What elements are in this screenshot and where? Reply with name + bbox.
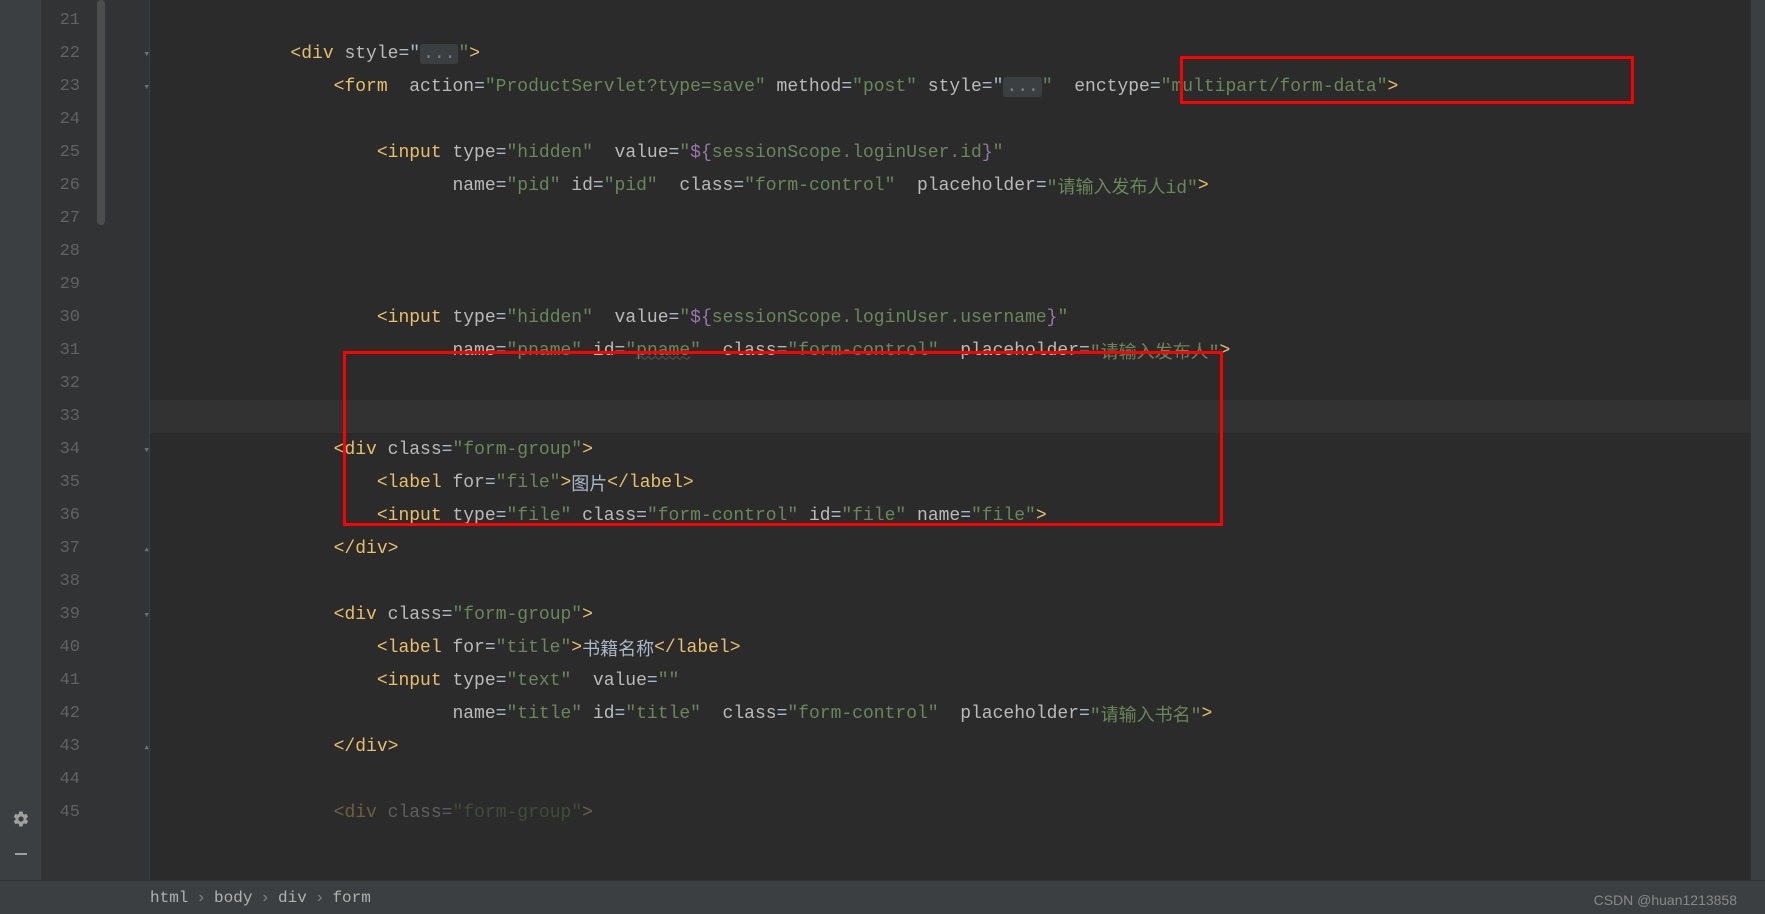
fold-icon[interactable]: ▾ — [143, 443, 150, 457]
code-line[interactable]: </div> — [150, 532, 1765, 565]
code-line[interactable] — [150, 565, 1765, 598]
line-number: 39 — [42, 605, 98, 624]
folded-region[interactable]: ... — [1003, 77, 1041, 97]
line-number: 27 — [42, 209, 98, 228]
fold-icon[interactable]: ▾ — [143, 608, 150, 622]
code-line[interactable]: <div class="form-group"> — [150, 598, 1765, 631]
code-line[interactable]: <input type="text" value="" — [150, 664, 1765, 697]
fold-close-icon[interactable]: ▴ — [143, 542, 150, 556]
fold-icon[interactable]: ▾ — [143, 80, 150, 94]
line-number: 22 — [42, 44, 98, 63]
breadcrumb-item[interactable]: html — [150, 889, 188, 907]
code-line[interactable]: <div class="form-group"> — [150, 796, 1765, 829]
line-number: 38 — [42, 572, 98, 591]
minimize-icon[interactable] — [13, 846, 29, 862]
gear-icon[interactable] — [12, 810, 30, 828]
code-line[interactable]: <label for="file">图片</label> — [150, 466, 1765, 499]
code-line[interactable]: </div> — [150, 730, 1765, 763]
gutter[interactable]: 21 22▾ 23▾ 24 25 26 27 28 29 30 31 32💡 3… — [42, 0, 150, 880]
line-number: 33 — [42, 407, 98, 426]
line-number: 23 — [42, 77, 98, 96]
line-number: 29 — [42, 275, 98, 294]
code-line[interactable]: name="title" id="title" class="form-cont… — [150, 697, 1765, 730]
line-number: 43 — [42, 737, 98, 756]
code-line[interactable] — [150, 763, 1765, 796]
code-line[interactable] — [150, 103, 1765, 136]
line-number: 45 — [42, 803, 98, 822]
code-line[interactable] — [150, 4, 1765, 37]
breadcrumb-item[interactable]: form — [332, 889, 370, 907]
code-line-current[interactable] — [150, 400, 1765, 433]
line-number: 26 — [42, 176, 98, 195]
line-number: 36 — [42, 506, 98, 525]
fold-icon[interactable]: ▾ — [143, 47, 150, 61]
line-number: 34 — [42, 440, 98, 459]
code-editor[interactable]: <div style="..."> <form action="ProductS… — [150, 0, 1765, 880]
code-line[interactable]: name="pid" id="pid" class="form-control"… — [150, 169, 1765, 202]
code-line[interactable] — [150, 202, 1765, 235]
line-number: 32 — [42, 374, 98, 393]
code-line[interactable] — [150, 235, 1765, 268]
code-line[interactable]: <input type="hidden" value="${sessionSco… — [150, 301, 1765, 334]
tool-window-bar[interactable] — [0, 0, 42, 880]
line-number: 42 — [42, 704, 98, 723]
code-line[interactable]: <label for="title">书籍名称</label> — [150, 631, 1765, 664]
line-number: 40 — [42, 638, 98, 657]
breadcrumb-item[interactable]: div — [278, 889, 307, 907]
code-line[interactable] — [150, 367, 1765, 400]
code-line[interactable]: <form action="ProductServlet?type=save" … — [150, 70, 1765, 103]
line-number: 30 — [42, 308, 98, 327]
folded-region[interactable]: ... — [420, 44, 458, 64]
line-number: 35 — [42, 473, 98, 492]
breadcrumb[interactable]: html› body› div› form — [0, 880, 1765, 914]
fold-close-icon[interactable]: ▴ — [143, 740, 150, 754]
line-number: 31 — [42, 341, 98, 360]
line-number: 21 — [42, 11, 98, 30]
code-line[interactable]: <div style="..."> — [150, 37, 1765, 70]
vertical-scrollbar[interactable] — [1751, 0, 1765, 880]
code-line[interactable]: <div class="form-group"> — [150, 433, 1765, 466]
line-number: 25 — [42, 143, 98, 162]
line-number: 41 — [42, 671, 98, 690]
breadcrumb-item[interactable]: body — [214, 889, 252, 907]
code-line[interactable]: <input type="file" class="form-control" … — [150, 499, 1765, 532]
line-number: 24 — [42, 110, 98, 129]
code-line[interactable] — [150, 268, 1765, 301]
code-line[interactable]: name="pname" id="pname" class="form-cont… — [150, 334, 1765, 367]
line-number: 44 — [42, 770, 98, 789]
line-number: 37 — [42, 539, 98, 558]
line-number: 28 — [42, 242, 98, 261]
watermark: CSDN @huan1213858 — [1594, 892, 1737, 908]
code-line[interactable]: <input type="hidden" value="${sessionSco… — [150, 136, 1765, 169]
